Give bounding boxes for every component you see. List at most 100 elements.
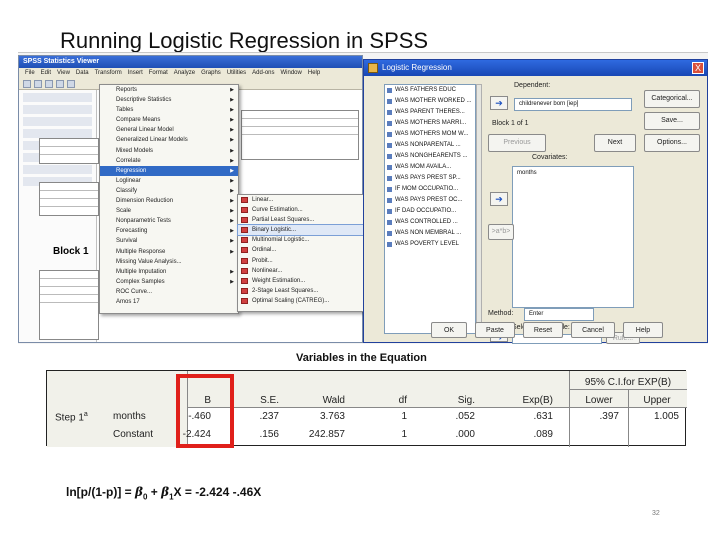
menu-item[interactable]: Linear...	[238, 195, 364, 205]
menu-edit[interactable]: Edit	[41, 68, 51, 78]
list-item[interactable]: IF MOM OCCUPATIO...	[385, 184, 475, 195]
list-item[interactable]: WAS MOTHER WORKED ...	[385, 96, 475, 107]
menu-item-binary-logistic[interactable]: Binary Logistic...	[237, 224, 365, 237]
menu-item[interactable]: Multiple Imputation ▶	[100, 267, 238, 277]
menu-item[interactable]: Correlate ▶	[100, 156, 238, 166]
list-item[interactable]: WAS MOM AVAILA...	[385, 162, 475, 173]
close-button[interactable]: X	[692, 62, 704, 74]
previous-button[interactable]: Previous	[488, 134, 546, 152]
list-item[interactable]: WAS MOTHERS MOM W...	[385, 129, 475, 140]
variable-list[interactable]: WAS FATHERS EDUC WAS MOTHER WORKED ... W…	[384, 84, 476, 334]
menu-file[interactable]: File	[25, 68, 35, 78]
menu-view[interactable]: View	[57, 68, 70, 78]
interaction-button[interactable]: >a*b>	[488, 224, 514, 240]
submenu-arrow-icon: ▶	[230, 198, 234, 205]
move-to-dependent-button[interactable]: ➔	[490, 96, 508, 110]
col-header-df: df	[398, 395, 407, 406]
menu-data[interactable]: Data	[76, 68, 89, 78]
list-item[interactable]: WAS NONGHEARENTS ...	[385, 151, 475, 162]
menu-item[interactable]: General Linear Model ▶	[100, 125, 238, 135]
print-icon[interactable]	[45, 80, 53, 88]
next-button[interactable]: Next	[594, 134, 636, 152]
menu-window[interactable]: Window	[281, 68, 302, 78]
menu-analyze[interactable]: Analyze	[174, 68, 195, 78]
menu-insert[interactable]: Insert	[128, 68, 143, 78]
cancel-button[interactable]: Cancel	[571, 322, 615, 338]
menu-item[interactable]: 2-Stage Least Squares...	[238, 286, 364, 296]
menu-addons[interactable]: Add-ons	[252, 68, 274, 78]
menu-item[interactable]: Optimal Scaling (CATREG)...	[238, 296, 364, 306]
menu-item[interactable]: Multiple Response ▶	[100, 247, 238, 257]
list-item[interactable]: WAS PAYS PREST SP...	[385, 173, 475, 184]
categorical-button[interactable]: Categorical...	[644, 90, 700, 108]
cell-sig: .052	[455, 411, 475, 422]
covariates-list[interactable]: months	[512, 166, 634, 308]
menu-help[interactable]: Help	[308, 68, 320, 78]
menu-item[interactable]: Multinomial Logistic...	[238, 235, 364, 245]
menu-item[interactable]: Mixed Models ▶	[100, 146, 238, 156]
menu-item[interactable]: ROC Curve...	[100, 287, 238, 297]
menu-item[interactable]: Classify ▶	[100, 186, 238, 196]
tree-node[interactable]	[23, 117, 92, 126]
dependent-field[interactable]: childrenever born [iep]	[514, 98, 632, 111]
menu-item[interactable]: Weight Estimation...	[238, 276, 364, 286]
menu-item[interactable]: Nonlinear...	[238, 266, 364, 276]
list-item[interactable]: WAS MOTHERS MARRI...	[385, 118, 475, 129]
tree-node[interactable]	[23, 105, 92, 114]
menu-item[interactable]: Ordinal...	[238, 245, 364, 255]
menu-item[interactable]: Curve Estimation...	[238, 205, 364, 215]
export-icon[interactable]	[56, 80, 64, 88]
method-select[interactable]: Enter	[524, 308, 594, 321]
list-item[interactable]: WAS PARENT THERES...	[385, 107, 475, 118]
save-icon[interactable]	[34, 80, 42, 88]
tree-node[interactable]	[23, 165, 92, 174]
menu-item-regression[interactable]: Regression ▶	[100, 165, 238, 176]
menu-item[interactable]: Forecasting ▶	[100, 226, 238, 236]
menu-graphs[interactable]: Graphs	[201, 68, 221, 78]
menu-transform[interactable]: Transform	[95, 68, 122, 78]
menu-item[interactable]: Nonparametric Tests ▶	[100, 216, 238, 226]
menu-item[interactable]: Complex Samples ▶	[100, 277, 238, 287]
menu-item[interactable]: Missing Value Analysis...	[100, 257, 238, 267]
variable-list-scrollbar[interactable]	[476, 84, 482, 334]
menu-item[interactable]: Scale ▶	[100, 206, 238, 216]
menu-utilities[interactable]: Utilities	[227, 68, 246, 78]
menu-item[interactable]: Dimension Reduction ▶	[100, 196, 238, 206]
menu-item[interactable]: Compare Means ▶	[100, 115, 238, 125]
cell-expb: .631	[533, 411, 553, 422]
list-item[interactable]: WAS CONTROLLED ...	[385, 217, 475, 228]
menu-item[interactable]: Reports ▶	[100, 85, 238, 95]
list-item[interactable]: WAS PAYS PREST OC...	[385, 195, 475, 206]
menu-item[interactable]: Generalized Linear Models ▶	[100, 135, 238, 145]
help-button[interactable]: Help	[623, 322, 663, 338]
ok-button[interactable]: OK	[431, 322, 467, 338]
list-item[interactable]: WAS NONPARENTAL ...	[385, 140, 475, 151]
dialog-footer: OK Paste Reset Cancel Help	[363, 322, 708, 342]
step-label: Step 1a	[55, 411, 88, 424]
menu-item[interactable]: Probit...	[238, 256, 364, 266]
submenu-arrow-icon: ▶	[230, 127, 234, 134]
reset-button[interactable]: Reset	[523, 322, 563, 338]
tree-node[interactable]	[23, 129, 92, 138]
logit-formula: ln[p/(1-p)] = β0 + β1X = -2.424 -.46X	[66, 485, 262, 502]
menu-format[interactable]: Format	[149, 68, 168, 78]
menu-item[interactable]: Survival ▶	[100, 236, 238, 246]
menu-item[interactable]: Amos 17	[100, 297, 238, 307]
list-item[interactable]: WAS POVERTY LEVEL	[385, 239, 475, 250]
open-icon[interactable]	[23, 80, 31, 88]
menu-item[interactable]: Tables ▶	[100, 105, 238, 115]
viewer-titlebar: SPSS Statistics Viewer	[19, 56, 362, 68]
tree-node[interactable]	[23, 93, 92, 102]
save-button[interactable]: Save...	[644, 112, 700, 130]
paste-button[interactable]: Paste	[475, 322, 515, 338]
list-item[interactable]: WAS FATHERS EDUC	[385, 85, 475, 96]
options-button[interactable]: Options...	[644, 134, 700, 152]
undo-icon[interactable]	[67, 80, 75, 88]
menu-item[interactable]: Loglinear ▶	[100, 176, 238, 186]
menu-item[interactable]: Descriptive Statistics ▶	[100, 95, 238, 105]
menu-item[interactable]: Partial Least Squares...	[238, 215, 364, 225]
list-item[interactable]: WAS NON MEMBRAL ...	[385, 228, 475, 239]
row-label-constant: Constant	[113, 429, 154, 440]
list-item[interactable]: IF DAD OCCUPATIO...	[385, 206, 475, 217]
move-to-covariates-button[interactable]: ➔	[490, 192, 508, 206]
